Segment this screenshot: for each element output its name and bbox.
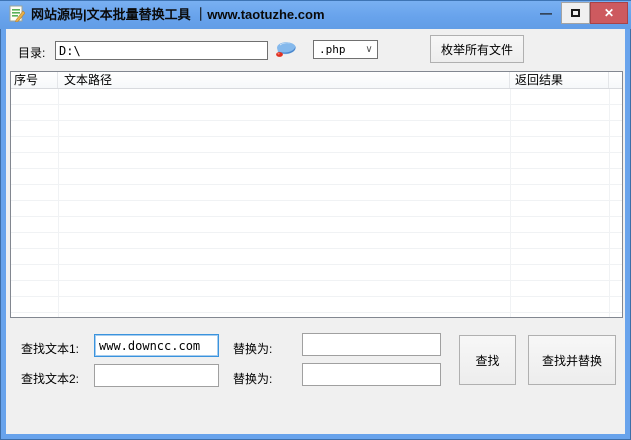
maximize-icon (571, 9, 580, 17)
minimize-icon: — (540, 6, 552, 20)
directory-input[interactable] (55, 41, 268, 60)
titlebar-left: 网站源码|文本批量替换工具 ｜www.taotuzhe.com (8, 4, 325, 23)
caption-buttons: — ✕ (531, 2, 628, 24)
window-title: 网站源码|文本批量替换工具 ｜www.taotuzhe.com (31, 7, 325, 22)
directory-label: 目录: (18, 46, 46, 60)
replace-with-1-label: 替换为: (233, 342, 273, 356)
app-window: 网站源码|文本批量替换工具 ｜www.taotuzhe.com — ✕ 目录: (0, 0, 631, 440)
grid-line (609, 89, 610, 317)
find-text-1-label: 查找文本1: (21, 342, 80, 356)
find-and-replace-button[interactable]: 查找并替换 (528, 335, 616, 385)
find-text-2-input[interactable] (94, 364, 219, 387)
titlebar: 网站源码|文本批量替换工具 ｜www.taotuzhe.com — ✕ (0, 0, 631, 29)
minimize-button[interactable]: — (531, 2, 561, 24)
find-text-2-label: 查找文本2: (21, 372, 80, 386)
find-and-replace-button-label: 查找并替换 (541, 353, 602, 368)
grid-line (58, 89, 59, 317)
browse-folder-icon[interactable] (273, 38, 299, 62)
enumerate-files-button[interactable]: 枚举所有文件 (430, 35, 524, 63)
file-list-body[interactable] (11, 89, 622, 317)
chevron-down-icon: ∨ (365, 44, 373, 55)
close-button[interactable]: ✕ (590, 2, 628, 24)
client-area: 目录: .php ∨ 枚举所有文件 序号 文本路径 返回结果 (6, 29, 625, 434)
replace-with-1-input[interactable] (302, 333, 441, 356)
close-icon: ✕ (603, 6, 615, 20)
column-header-result[interactable]: 返回结果 (510, 72, 609, 88)
find-button[interactable]: 查找 (459, 335, 516, 385)
column-header-path[interactable]: 文本路径 (58, 72, 510, 88)
file-list[interactable]: 序号 文本路径 返回结果 (10, 71, 623, 318)
extension-dropdown[interactable]: .php ∨ (313, 40, 378, 59)
replace-with-2-input[interactable] (302, 363, 441, 386)
extension-selected-value: .php (319, 43, 346, 56)
replace-with-2-label: 替换为: (233, 372, 273, 386)
grid-line (510, 89, 511, 317)
enumerate-files-label: 枚举所有文件 (440, 42, 513, 57)
file-list-header: 序号 文本路径 返回结果 (11, 72, 622, 89)
find-text-1-input[interactable] (94, 334, 219, 357)
maximize-button[interactable] (561, 2, 590, 24)
find-button-label: 查找 (475, 353, 500, 368)
column-header-index[interactable]: 序号 (11, 72, 58, 88)
app-icon (9, 5, 25, 22)
